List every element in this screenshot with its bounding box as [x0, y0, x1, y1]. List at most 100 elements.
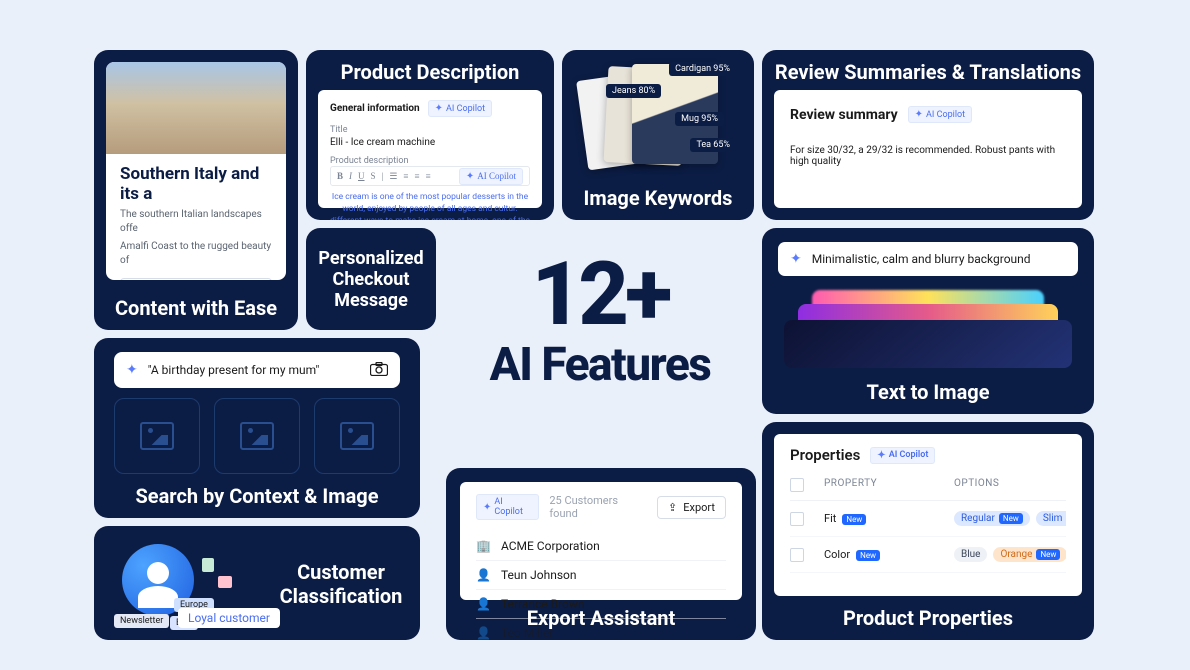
checkbox[interactable] [790, 512, 804, 526]
new-badge: New [842, 514, 866, 525]
card-search: ✦ "A birthday present for my mum" Search… [94, 338, 420, 518]
option-pill[interactable]: OrangeNew [993, 547, 1066, 562]
deco-chip [202, 558, 214, 572]
ai-copilot-badge[interactable]: ✦AI Copilot [459, 168, 523, 185]
pp-title: Product Properties [762, 606, 1094, 630]
chip-newsletter: Newsletter [114, 614, 169, 628]
table-row: ColorNewBlueOrangeNewRedBl [790, 537, 1066, 573]
headline-sub: AI Features [450, 338, 750, 392]
image-icon [140, 422, 174, 450]
ik-tag-cardigan: Cardigan 95% [669, 62, 736, 76]
checkbox[interactable] [790, 548, 804, 562]
search-tile[interactable] [114, 398, 200, 474]
search-title: Search by Context & Image [94, 484, 420, 508]
ik-title: Image Keywords [562, 186, 754, 210]
cwe-image [106, 62, 286, 154]
option-pill[interactable]: RegularNew [954, 511, 1030, 526]
headline-number: 12+ [450, 255, 750, 334]
card-reviews: Review Summaries & Translations Review s… [762, 50, 1094, 220]
sparkle-icon: ✦ [877, 450, 885, 461]
ik-tag-mug: Mug 95% [675, 112, 724, 126]
image-icon [340, 422, 374, 450]
cwe-panel: Southern Italy and its a The southern It… [106, 62, 286, 280]
new-badge: New [856, 550, 880, 561]
ai-copilot-badge[interactable]: ✦AI Copilot [870, 447, 935, 464]
pp-panel: Properties ✦AI Copilot PROPERTY OPTIONS … [774, 434, 1082, 596]
pc-title: Personalized Checkout Message [306, 248, 436, 311]
card-pers-checkout: Personalized Checkout Message [306, 228, 436, 330]
pp-heading: Properties [790, 446, 860, 464]
search-tiles [114, 398, 400, 474]
card-product-description: Product Description General information … [306, 50, 554, 220]
t2i-title: Text to Image [762, 380, 1094, 404]
search-tile[interactable] [314, 398, 400, 474]
card-text-to-image: ✦ Minimalistic, calm and blurry backgrou… [762, 228, 1094, 414]
ea-panel: ✦AI Copilot 25 Customers found ⇪ Export … [460, 482, 742, 600]
pd-toolbar[interactable]: BIUS|☰≡≡≡ ✦AI Copilot [330, 166, 530, 186]
pd-panel: General information ✦AI Copilot Title El… [318, 90, 542, 208]
pd-title-label: Title [330, 125, 530, 135]
chip-loyal: Loyal customer [178, 608, 280, 628]
sparkle-icon: ✦ [435, 103, 443, 114]
property-options: RegularNewSlimNewLo [954, 511, 1066, 526]
option-pill[interactable]: SlimNew [1036, 511, 1066, 526]
list-item[interactable]: 🏢ACME Corporation [476, 532, 726, 560]
sparkle-icon: ✦ [915, 109, 923, 120]
ik-stage: Cardigan 95% Jeans 80% Mug 95% Tea 65% [574, 62, 742, 180]
headline: 12+ AI Features [450, 255, 750, 392]
export-label: Export [683, 501, 715, 514]
card-content-with-ease: Southern Italy and its a The southern It… [94, 50, 298, 330]
property-name: ColorNew [824, 548, 954, 561]
pd-title-value: Elli - Ice cream machine [330, 137, 530, 148]
card-customer-class: Europe Newsletter B2B Loyal customer Cus… [94, 526, 420, 640]
export-button[interactable]: ⇪ Export [657, 496, 726, 519]
table-row: FitNewRegularNewSlimNewLo [790, 501, 1066, 537]
list-item[interactable]: 👤Teun Johnson [476, 560, 726, 589]
pp-hdr-property: PROPERTY [824, 478, 954, 492]
cwe-title: Content with Ease [94, 296, 298, 320]
cwe-paragraph-1: The southern Italian landscapes offe [120, 208, 272, 236]
card-export-assist: ✦AI Copilot 25 Customers found ⇪ Export … [446, 468, 756, 640]
card-image-keywords: Cardigan 95% Jeans 80% Mug 95% Tea 65% I… [562, 50, 754, 220]
search-query: "A birthday present for my mum" [148, 363, 320, 377]
property-name: FitNew [824, 512, 954, 525]
sparkle-icon: ✦ [466, 171, 474, 182]
rv-text: For size 30/32, a 29/32 is recommended. … [790, 145, 1066, 167]
t2i-stack [784, 290, 1072, 368]
sparkle-icon: ✦ [790, 251, 802, 267]
card-properties: Properties ✦AI Copilot PROPERTY OPTIONS … [762, 422, 1094, 640]
cc-scene: Europe Newsletter B2B Loyal customer [106, 538, 295, 628]
cwe-heading: Southern Italy and its a [120, 164, 272, 204]
pd-general-info: General information [330, 103, 420, 114]
new-badge: New [999, 513, 1023, 524]
image-icon [240, 422, 274, 450]
ai-copilot-badge[interactable]: ✦AI Copilot [908, 106, 972, 123]
rv-heading: Review summary [790, 107, 898, 123]
person-icon: 👤 [476, 568, 491, 582]
camera-icon[interactable] [370, 361, 388, 380]
pd-desc-label: Product description [330, 156, 530, 166]
sparkle-icon: ✦ [126, 362, 138, 378]
option-pill[interactable]: Blue [954, 547, 987, 562]
ea-count: 25 Customers found [549, 494, 647, 520]
search-input[interactable]: ✦ "A birthday present for my mum" [114, 352, 400, 388]
new-badge: New [1036, 549, 1060, 560]
search-tile[interactable] [214, 398, 300, 474]
rv-panel: Review summary ✦AI Copilot For size 30/3… [774, 90, 1082, 208]
pd-body-text: Ice cream is one of the most popular des… [330, 192, 530, 220]
export-icon: ⇪ [668, 501, 677, 514]
cc-title: Customer Classification [276, 560, 406, 608]
checkbox[interactable] [790, 478, 804, 492]
pd-title: Product Description [306, 60, 554, 84]
ik-tag-jeans: Jeans 80% [606, 84, 661, 98]
building-icon: 🏢 [476, 539, 491, 553]
ai-copilot-badge[interactable]: ✦AI Copilot [476, 494, 539, 520]
cwe-prompt-input[interactable]: Write a short blog post about wea [120, 278, 272, 280]
t2i-input[interactable]: ✦ Minimalistic, calm and blurry backgrou… [778, 242, 1078, 276]
ea-title: Export Assistant [446, 606, 756, 630]
pp-table: PROPERTY OPTIONS FitNewRegularNewSlimNew… [790, 478, 1066, 573]
ik-tag-tea: Tea 65% [690, 138, 736, 152]
ai-copilot-badge[interactable]: ✦AI Copilot [428, 100, 492, 117]
rv-title: Review Summaries & Translations [762, 60, 1094, 84]
cwe-paragraph-2: Amalfi Coast to the rugged beauty of [120, 240, 272, 268]
